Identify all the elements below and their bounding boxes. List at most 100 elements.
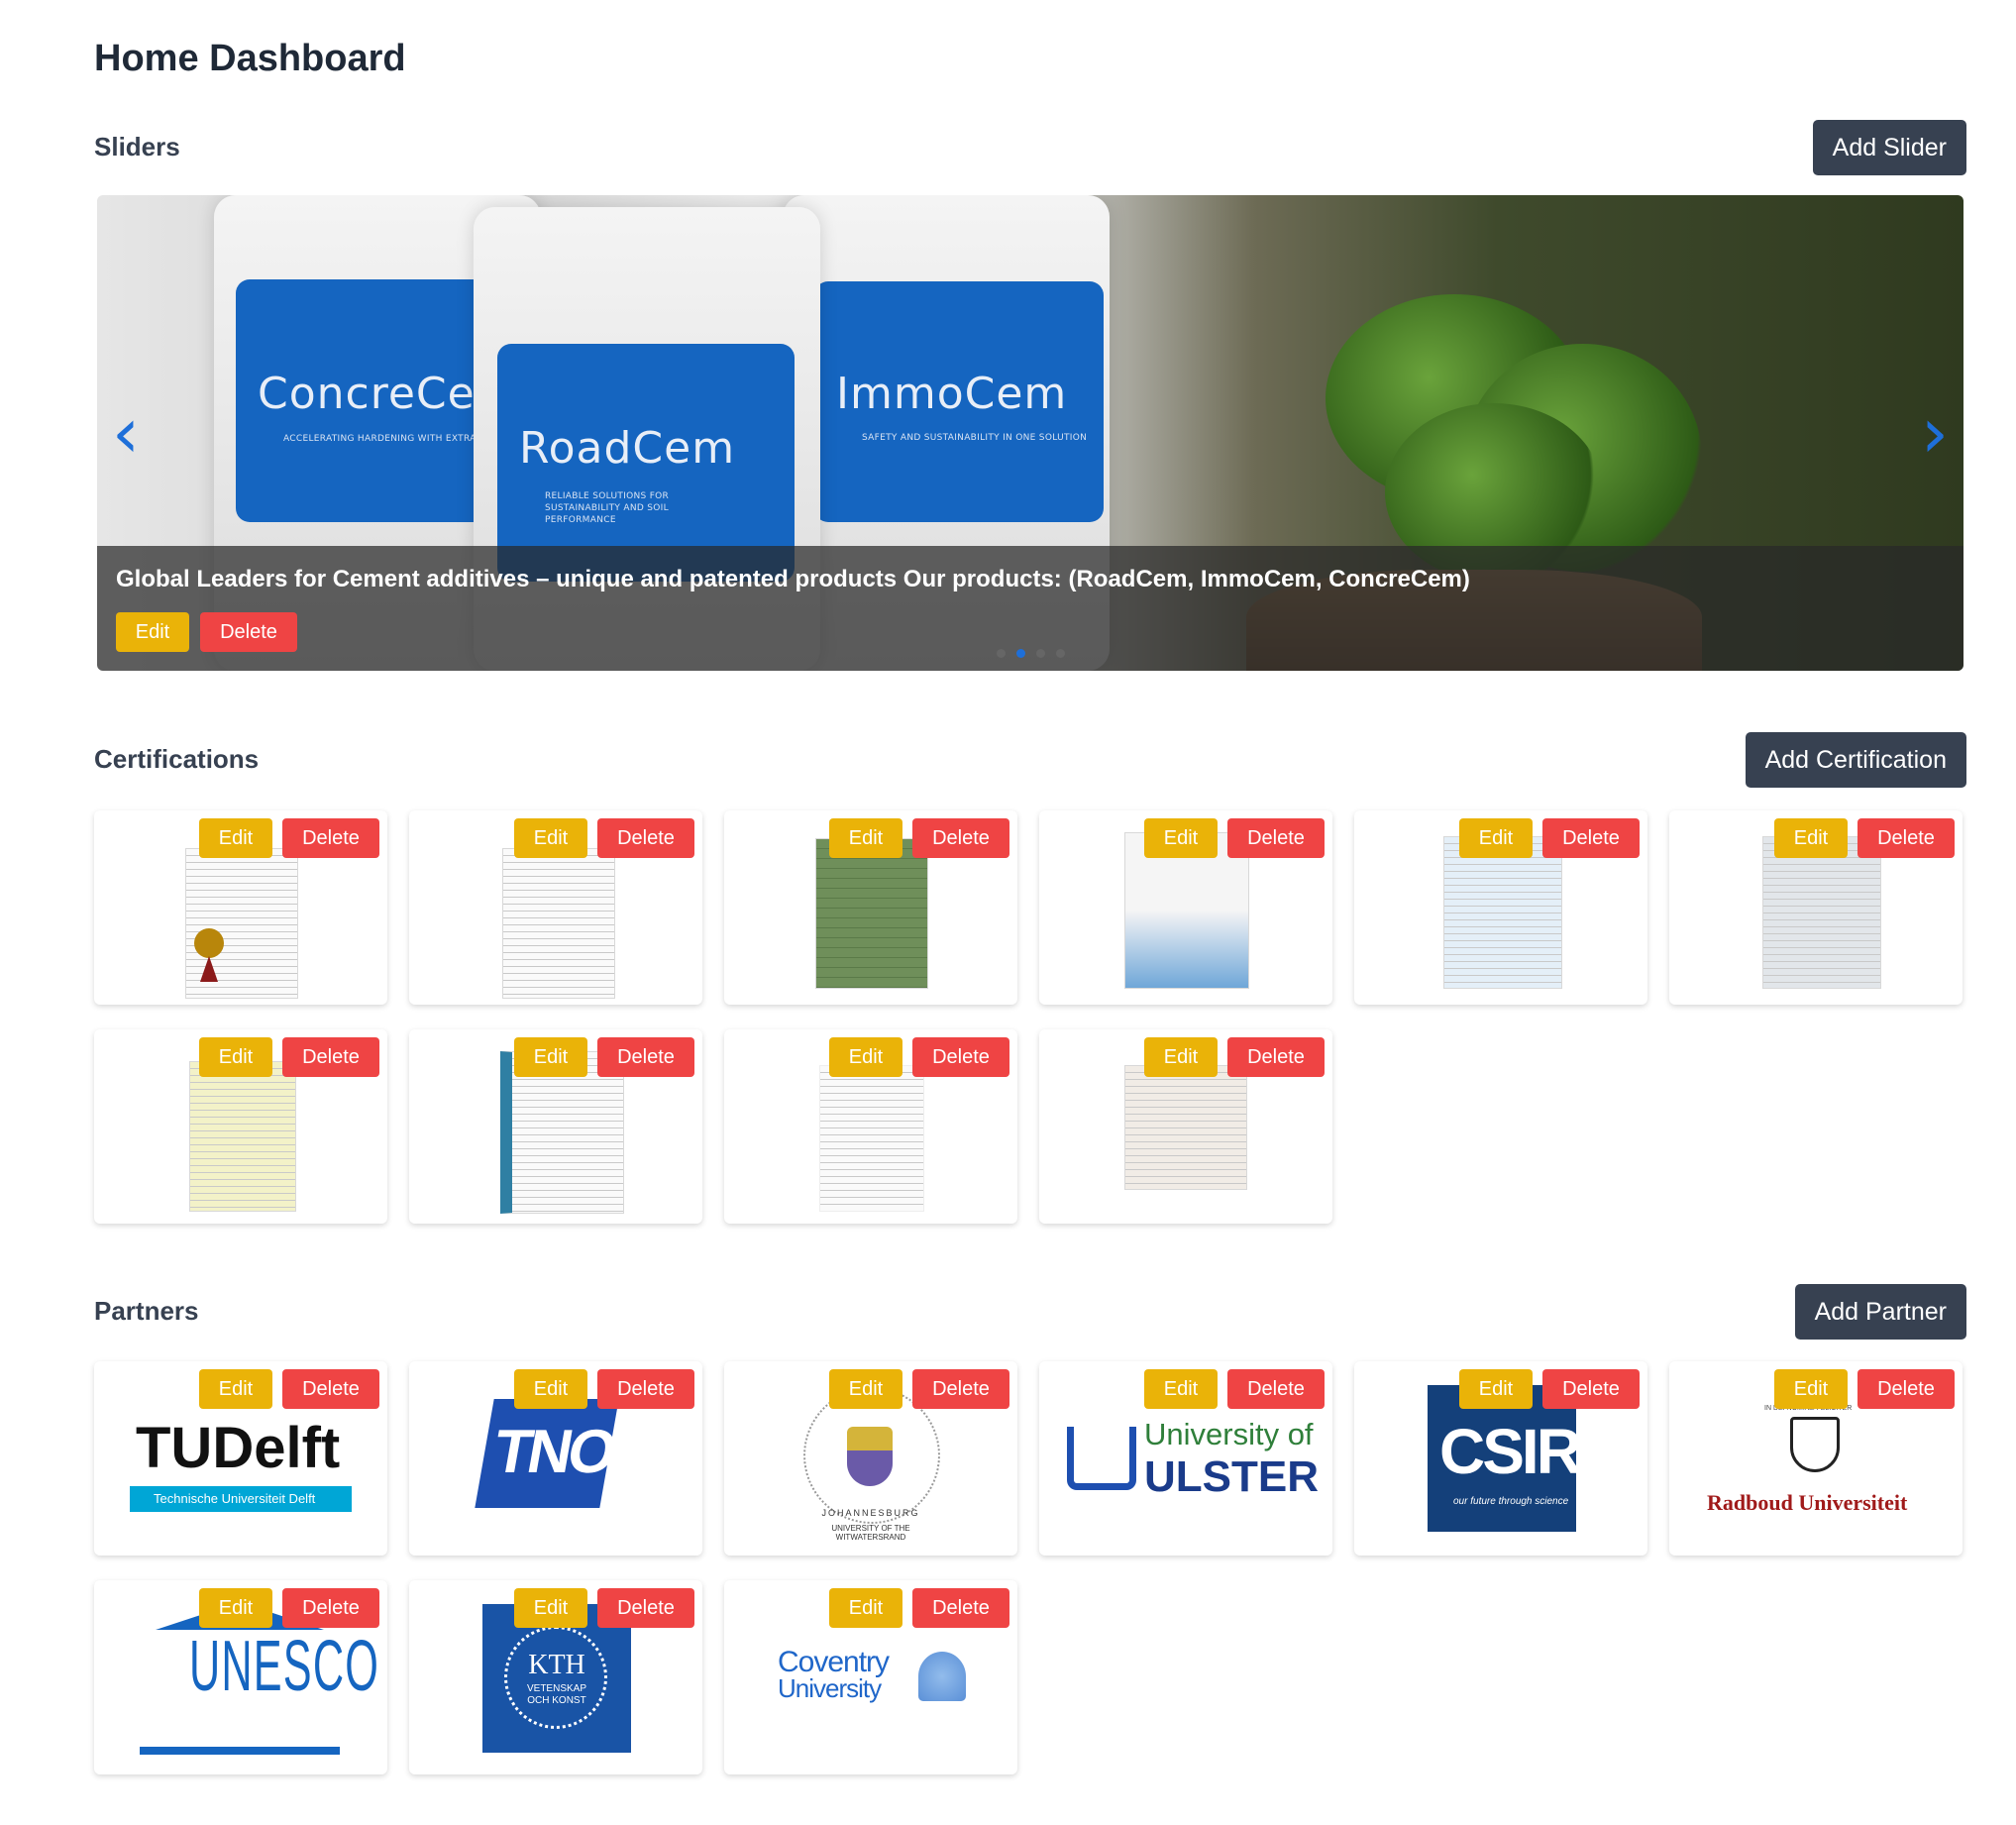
certificate-image: [1443, 836, 1562, 989]
certification-card: Edit Delete: [1039, 810, 1332, 1005]
partner-edit-button[interactable]: Edit: [1144, 1369, 1218, 1409]
ulster-line2: ULSTER: [1144, 1452, 1319, 1501]
bag-name: ImmoCem: [836, 369, 1068, 419]
certification-card: Edit Delete: [724, 810, 1017, 1005]
partner-card: Coventry University Edit Delete: [724, 1580, 1017, 1774]
bag-tagline: RELIABLE SOLUTIONS FOR SUSTAINABILITY AN…: [545, 491, 670, 525]
slider-dot[interactable]: [997, 649, 1006, 658]
partner-delete-button[interactable]: Delete: [912, 1588, 1009, 1628]
tudelft-band: Technische Universiteit Delft: [130, 1486, 352, 1512]
sliders-header: Sliders Add Slider: [94, 120, 1966, 175]
partner-edit-button[interactable]: Edit: [829, 1369, 902, 1409]
certification-delete-button[interactable]: Delete: [912, 818, 1009, 858]
partner-delete-button[interactable]: Delete: [597, 1369, 694, 1409]
certification-edit-button[interactable]: Edit: [829, 1037, 902, 1077]
slider-edit-button[interactable]: Edit: [116, 612, 189, 652]
certificate-image: [185, 848, 298, 999]
ulster-mark-icon: [1067, 1427, 1136, 1490]
certification-delete-button[interactable]: Delete: [912, 1037, 1009, 1077]
partner-card: UNESCO Edit Delete: [94, 1580, 387, 1774]
partner-card: CSIR our future through science Edit Del…: [1354, 1361, 1647, 1556]
certification-edit-button[interactable]: Edit: [829, 818, 902, 858]
ulster-line1: University of: [1144, 1417, 1314, 1451]
certification-delete-button[interactable]: Delete: [1227, 1037, 1325, 1077]
certification-edit-button[interactable]: Edit: [514, 1037, 587, 1077]
bag-tagline: ACCELERATING HARDENING WITH EXTRA PR: [283, 434, 492, 444]
partner-edit-button[interactable]: Edit: [514, 1369, 587, 1409]
partner-delete-button[interactable]: Delete: [597, 1588, 694, 1628]
certificate-image: [502, 848, 615, 999]
wits-motto: UNIVERSITY OF THE WITWATERSRAND: [831, 1524, 910, 1542]
unesco-wordmark: UNESCO: [189, 1627, 380, 1706]
slider-dot[interactable]: [1036, 649, 1045, 658]
partner-card: TNO Edit Delete: [409, 1361, 702, 1556]
certification-card: Edit Delete: [1039, 1029, 1332, 1224]
slider-prev-button[interactable]: ‹: [101, 393, 151, 473]
certification-card: Edit Delete: [724, 1029, 1017, 1224]
partner-delete-button[interactable]: Delete: [1857, 1369, 1955, 1409]
slider-dot[interactable]: [1056, 649, 1065, 658]
certificate-image: [815, 838, 928, 989]
bag-tagline: SAFETY AND SUSTAINABILITY IN ONE SOLUTIO…: [862, 433, 1088, 443]
certification-edit-button[interactable]: Edit: [1144, 818, 1218, 858]
add-partner-button[interactable]: Add Partner: [1794, 1284, 1966, 1340]
certification-delete-button[interactable]: Delete: [597, 818, 694, 858]
partners-header: Partners Add Partner: [94, 1284, 1966, 1340]
certification-edit-button[interactable]: Edit: [1774, 818, 1848, 858]
certification-delete-button[interactable]: Delete: [1857, 818, 1955, 858]
partner-delete-button[interactable]: Delete: [912, 1369, 1009, 1409]
partner-edit-button[interactable]: Edit: [1459, 1369, 1533, 1409]
certification-edit-button[interactable]: Edit: [1144, 1037, 1218, 1077]
partner-delete-button[interactable]: Delete: [1227, 1369, 1325, 1409]
wits-shield-icon: [847, 1427, 893, 1486]
partner-edit-button[interactable]: Edit: [829, 1588, 902, 1628]
tudelft-subtitle: Technische Universiteit Delft: [154, 1491, 316, 1506]
slider-dot-active[interactable]: [1016, 649, 1025, 658]
kth-sub2: OCH KONST: [527, 1695, 586, 1706]
certification-card: Edit Delete: [94, 810, 387, 1005]
slider-next-button[interactable]: ›: [1910, 393, 1960, 473]
certificate-image: [1762, 836, 1881, 989]
csir-tagline: our future through science: [1453, 1496, 1569, 1507]
certification-edit-button[interactable]: Edit: [199, 818, 272, 858]
partner-card: TUDelft Technische Universiteit Delft Ed…: [94, 1361, 387, 1556]
slider-delete-button[interactable]: Delete: [200, 612, 297, 652]
page-title: Home Dashboard: [94, 38, 406, 79]
certification-delete-button[interactable]: Delete: [282, 1037, 379, 1077]
chevron-right-icon: ›: [1921, 392, 1949, 474]
partner-edit-button[interactable]: Edit: [514, 1588, 587, 1628]
certification-card: Edit Delete: [94, 1029, 387, 1224]
slider-carousel[interactable]: ConcreCem ACCELERATING HARDENING WITH EX…: [97, 195, 1963, 671]
certification-edit-button[interactable]: Edit: [514, 818, 587, 858]
bag-name: RoadCem: [519, 423, 736, 474]
partner-delete-button[interactable]: Delete: [282, 1588, 379, 1628]
certification-edit-button[interactable]: Edit: [1459, 818, 1533, 858]
certification-card: Edit Delete: [1669, 810, 1963, 1005]
tno-wordmark: TNO: [488, 1418, 619, 1486]
partner-edit-button[interactable]: Edit: [1774, 1369, 1848, 1409]
coventry-phoenix-icon: [918, 1652, 966, 1701]
certification-delete-button[interactable]: Delete: [597, 1037, 694, 1077]
certificate-image: [819, 1065, 924, 1212]
slider-pagination: [997, 645, 1076, 663]
partner-edit-button[interactable]: Edit: [199, 1369, 272, 1409]
coventry-line2: University: [778, 1673, 882, 1703]
partner-edit-button[interactable]: Edit: [199, 1588, 272, 1628]
certificate-image: [1124, 1065, 1247, 1190]
certification-delete-button[interactable]: Delete: [1227, 818, 1325, 858]
certification-delete-button[interactable]: Delete: [282, 818, 379, 858]
csir-wordmark: CSIR: [1439, 1416, 1582, 1487]
radboud-wordmark: Radboud Universiteit: [1707, 1490, 1908, 1515]
chevron-left-icon: ‹: [112, 392, 140, 474]
sliders-title: Sliders: [94, 132, 180, 161]
partner-delete-button[interactable]: Delete: [1542, 1369, 1640, 1409]
certification-delete-button[interactable]: Delete: [1542, 818, 1640, 858]
certification-card: Edit Delete: [1354, 810, 1647, 1005]
wits-city: JOHANNESBURG: [821, 1508, 920, 1518]
kth-sub1: VETENSKAP: [526, 1683, 587, 1694]
certification-edit-button[interactable]: Edit: [199, 1037, 272, 1077]
add-certification-button[interactable]: Add Certification: [1745, 732, 1966, 788]
partner-card: UNIVERSITY OF THE WITWATERSRAND JOHANNES…: [724, 1361, 1017, 1556]
partner-delete-button[interactable]: Delete: [282, 1369, 379, 1409]
add-slider-button[interactable]: Add Slider: [1812, 120, 1966, 175]
